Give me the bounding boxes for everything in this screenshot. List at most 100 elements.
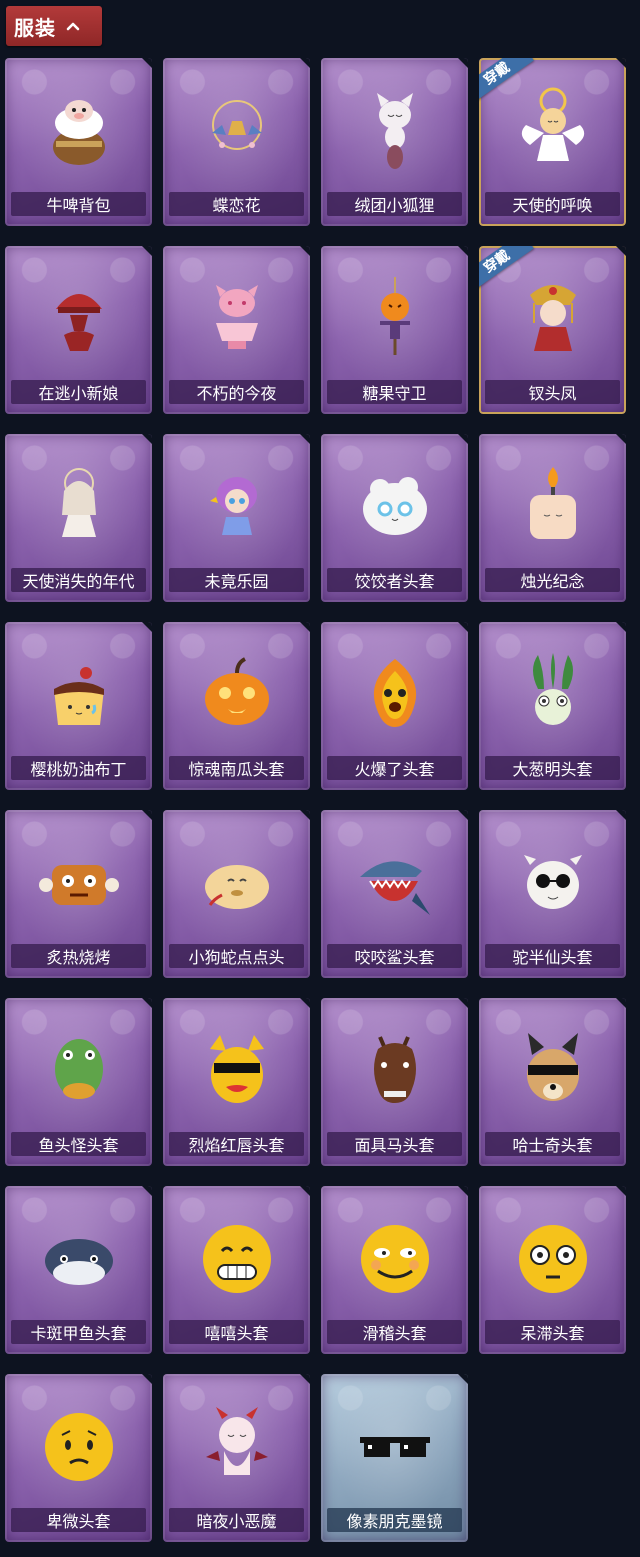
costume-name: 嘻嘻头套 (204, 1324, 269, 1343)
costume-card[interactable]: 蝶恋花 (163, 58, 310, 226)
bbq-meat-icon (38, 865, 119, 905)
costume-label-bar: 饺饺者头套 (327, 568, 462, 592)
costume-card[interactable]: 未竟乐园 (163, 434, 310, 602)
costume-label-bar: 蝶恋花 (169, 192, 304, 216)
costume-card[interactable]: 烈焰红唇头套 (163, 998, 310, 1166)
costume-name: 暗夜小恶魔 (196, 1512, 277, 1531)
costume-label-bar: 驼半仙头套 (485, 944, 620, 968)
costume-card[interactable]: 穿戴 天使的呼唤 (479, 58, 626, 226)
costume-card[interactable]: 哈士奇头套 (479, 998, 626, 1166)
costume-card[interactable]: 火爆了头套 (321, 622, 468, 790)
costume-name: 不朽的今夜 (196, 384, 277, 403)
cow-beer-backpack-icon (52, 100, 105, 165)
costume-label-bar: 天使的呼唤 (485, 192, 620, 216)
dumpling-head-icon (362, 477, 427, 535)
costume-name: 小狗蛇点点头 (188, 948, 285, 967)
costume-card[interactable]: 驼半仙头套 (479, 810, 626, 978)
section-header-costumes[interactable]: 服装 (6, 6, 102, 46)
costume-name: 天使的呼唤 (512, 196, 593, 215)
costume-name: 烛光纪念 (520, 572, 585, 591)
costume-name: 钗头凤 (528, 384, 577, 403)
costume-name: 面具马头套 (354, 1136, 435, 1155)
costume-card[interactable]: 不朽的今夜 (163, 246, 310, 414)
immortal-tonight-icon (215, 285, 258, 349)
costume-card[interactable]: 饺饺者头套 (321, 434, 468, 602)
costume-label-bar: 烈焰红唇头套 (169, 1132, 304, 1156)
little-devil-icon (205, 1407, 268, 1475)
costume-label-bar: 在逃小新娘 (11, 380, 146, 404)
costume-card[interactable]: 糖果守卫 (321, 246, 468, 414)
costume-card[interactable]: 面具马头套 (321, 998, 468, 1166)
costume-label-bar: 火爆了头套 (327, 756, 462, 780)
costume-card[interactable]: 烛光纪念 (479, 434, 626, 602)
costume-name: 驼半仙头套 (512, 948, 593, 967)
wardrobe-panel: 服装 牛啤背包 蝶恋花 绒团小狐狸 穿戴 天使的呼唤在逃小新娘 不朽的今夜 糖果守卫 穿戴 钗头… (0, 0, 640, 1557)
costume-card[interactable]: 小狗蛇点点头 (163, 810, 310, 978)
costume-label-bar: 不朽的今夜 (169, 380, 304, 404)
costume-label-bar: 嘻嘻头套 (169, 1320, 304, 1344)
chevron-up-icon (66, 22, 80, 31)
costume-label-bar: 小狗蛇点点头 (169, 944, 304, 968)
costume-label-bar: 炙热烧烤 (11, 944, 146, 968)
costume-card[interactable]: 鱼头怪头套 (5, 998, 152, 1166)
costume-card[interactable]: 暗夜小恶魔 (163, 1374, 310, 1542)
costume-label-bar: 糖果守卫 (327, 380, 462, 404)
costume-card[interactable]: 在逃小新娘 (5, 246, 152, 414)
costume-name: 哈士奇头套 (512, 1136, 593, 1155)
costume-name: 蝶恋花 (212, 196, 261, 215)
funny-emoji-head-icon (360, 1225, 429, 1293)
costume-card[interactable]: 卑微头套 (5, 1374, 152, 1542)
costume-card[interactable]: 卡斑甲鱼头套 (5, 1186, 152, 1354)
costume-name: 牛啤背包 (46, 196, 111, 215)
fish-head-icon (54, 1039, 103, 1099)
costume-card[interactable]: 樱桃奶油布丁 (5, 622, 152, 790)
costume-card[interactable]: 嘻嘻头套 (163, 1186, 310, 1354)
runaway-bride-icon (55, 294, 102, 351)
costume-card[interactable]: 绒团小狐狸 (321, 58, 468, 226)
costume-label-bar: 像素朋克墨镜 (327, 1508, 462, 1532)
costume-card[interactable]: 像素朋克墨镜 (321, 1374, 468, 1542)
costume-name: 未竟乐园 (204, 572, 269, 591)
angel-call-icon (521, 87, 584, 161)
grin-emoji-head-icon (202, 1225, 271, 1293)
costume-label-bar: 牛啤背包 (11, 192, 146, 216)
shark-head-icon (359, 861, 430, 915)
costume-card[interactable]: 牛啤背包 (5, 58, 152, 226)
costume-card[interactable]: 穿戴 钗头凤 (479, 246, 626, 414)
costume-name: 天使消失的年代 (22, 572, 135, 591)
costume-label-bar: 面具马头套 (327, 1132, 462, 1156)
phoenix-hairpin-icon (529, 285, 576, 351)
costume-card[interactable]: 咬咬鲨头套 (321, 810, 468, 978)
costume-label-bar: 绒团小狐狸 (327, 192, 462, 216)
costume-card[interactable]: 惊魂南瓜头套 (163, 622, 310, 790)
horse-head-icon (373, 1036, 416, 1103)
costume-name: 炙热烧烤 (46, 948, 111, 967)
costume-label-bar: 咬咬鲨头套 (327, 944, 462, 968)
costume-name: 饺饺者头套 (354, 572, 435, 591)
costume-name: 鱼头怪头套 (38, 1136, 119, 1155)
costume-card[interactable]: 大葱明头套 (479, 622, 626, 790)
costume-name: 樱桃奶油布丁 (30, 760, 127, 779)
costume-label-bar: 烛光纪念 (485, 568, 620, 592)
costume-label-bar: 未竟乐园 (169, 568, 304, 592)
costume-label-bar: 卡斑甲鱼头套 (11, 1320, 146, 1344)
husky-head-icon (526, 1033, 579, 1101)
costume-card[interactable]: 滑稽头套 (321, 1186, 468, 1354)
costume-card[interactable]: 呆滞头套 (479, 1186, 626, 1354)
costume-card[interactable]: 天使消失的年代 (5, 434, 152, 602)
costume-name: 滑稽头套 (362, 1324, 427, 1343)
scallion-head-icon (532, 653, 573, 725)
pumpkin-head-icon (204, 657, 269, 725)
costume-card[interactable]: 炙热烧烤 (5, 810, 152, 978)
turtle-head-icon (44, 1239, 113, 1285)
costume-label-bar: 鱼头怪头套 (11, 1132, 146, 1156)
fire-head-icon (373, 659, 416, 727)
item-grid: 牛啤背包 蝶恋花 绒团小狐狸 穿戴 天使的呼唤 在逃小新娘 不朽的今夜 糖果守卫 穿戴 钗头凤 天使… (5, 58, 626, 1542)
humble-emoji-head-icon (44, 1413, 113, 1481)
costume-name: 在逃小新娘 (38, 384, 119, 403)
costume-label-bar: 暗夜小恶魔 (169, 1508, 304, 1532)
costume-name: 烈焰红唇头套 (188, 1136, 285, 1155)
costume-name: 咬咬鲨头套 (354, 948, 435, 967)
costume-name: 卑微头套 (46, 1512, 111, 1531)
costume-name: 火爆了头套 (354, 760, 435, 779)
